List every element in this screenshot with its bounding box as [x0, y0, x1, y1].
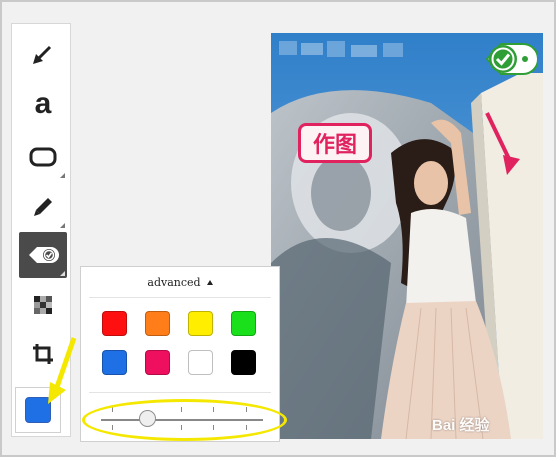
highlight-arrow: [48, 337, 77, 404]
slider-tick: [246, 425, 247, 430]
slider-tick: [213, 407, 214, 412]
stamp-tool[interactable]: [19, 232, 67, 278]
check-stamp-badge[interactable]: [483, 40, 539, 78]
advanced-label: advanced: [147, 275, 201, 289]
mosaic-icon: [34, 296, 52, 314]
slider-tick: [112, 425, 113, 430]
rounded-rect-icon: [29, 147, 57, 167]
slider-tick: [181, 425, 182, 430]
color-swatch-yellow[interactable]: [188, 311, 213, 336]
color-swatch-green[interactable]: [231, 311, 256, 336]
slider-tick: [246, 407, 247, 412]
check-stamp-icon: [29, 247, 59, 263]
color-swatch-red[interactable]: [102, 311, 127, 336]
annotation-label-text: 作图: [312, 132, 357, 157]
arrow-icon: [33, 45, 52, 64]
color-swatch-orange[interactable]: [145, 311, 170, 336]
text-tool[interactable]: a: [19, 81, 67, 127]
advanced-toggle[interactable]: advanced: [81, 267, 279, 297]
slider-tick: [181, 407, 182, 412]
color-popup: advanced: [80, 266, 280, 442]
size-slider-thumb[interactable]: [139, 410, 156, 427]
shape-tool[interactable]: [19, 134, 67, 180]
mosaic-tool[interactable]: [19, 282, 67, 328]
slider-tick: [112, 407, 113, 412]
annotation-label[interactable]: 作图: [298, 123, 372, 163]
size-slider-track[interactable]: [101, 419, 263, 421]
slider-tick: [213, 425, 214, 430]
color-swatch-black[interactable]: [231, 350, 256, 375]
divider: [89, 392, 271, 393]
divider: [89, 297, 271, 298]
submenu-corner-icon: [60, 223, 65, 228]
app-frame: a 作图 Bai 经验 advanced: [0, 0, 556, 457]
submenu-corner-icon: [60, 271, 65, 276]
check-badge-icon: [485, 43, 539, 75]
pen-tool[interactable]: [19, 184, 67, 230]
color-swatch-pink[interactable]: [145, 350, 170, 375]
text-a-icon: a: [34, 87, 52, 120]
submenu-corner-icon: [60, 173, 65, 178]
color-swatch-blue[interactable]: [102, 350, 127, 375]
caret-up-icon: [206, 279, 213, 285]
arrow-tool[interactable]: [19, 32, 67, 78]
watermark-text: Bai 经验: [432, 417, 490, 434]
pen-icon: [34, 198, 52, 216]
color-swatch-white[interactable]: [188, 350, 213, 375]
photo-image: [271, 33, 543, 439]
photo-canvas[interactable]: [271, 33, 543, 439]
watermark: Bai 经验: [432, 414, 490, 435]
